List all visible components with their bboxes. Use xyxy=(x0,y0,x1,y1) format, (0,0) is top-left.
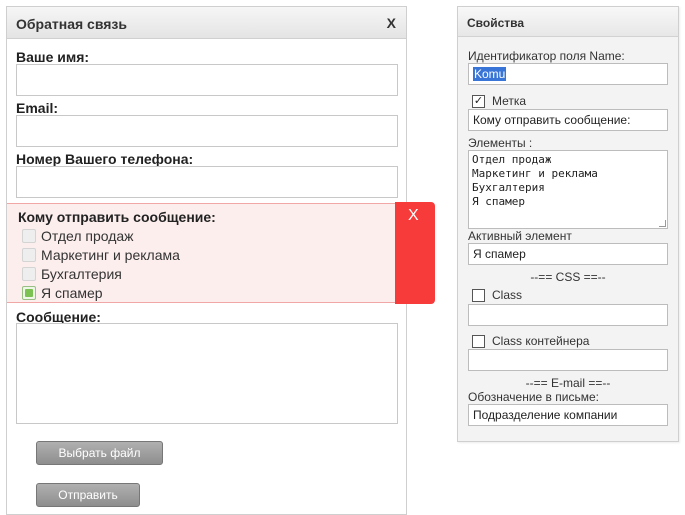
metka-label: Метка xyxy=(492,94,527,108)
active-element-input[interactable]: Я спамер xyxy=(468,243,668,265)
resize-grip-icon[interactable] xyxy=(659,220,666,227)
properties-panel: Свойства Идентификатор поля Name: Komu ✓… xyxy=(457,6,679,442)
recipient-options-group: Кому отправить сообщение: Отдел продаж М… xyxy=(7,203,406,303)
option-marketing[interactable]: Маркетинг и реклама xyxy=(22,246,180,264)
container-class-checkbox[interactable] xyxy=(472,334,485,348)
form-header: Обратная связь X xyxy=(7,7,406,39)
container-class-label: Class контейнера xyxy=(492,334,590,348)
class-toggle[interactable]: Class xyxy=(472,288,522,302)
phone-input[interactable] xyxy=(16,166,398,198)
option-checkbox[interactable] xyxy=(22,229,36,243)
properties-title: Свойства xyxy=(467,16,525,30)
elements-label: Элементы : xyxy=(468,136,533,150)
email-input[interactable] xyxy=(16,115,398,147)
element-line: Отдел продаж xyxy=(472,153,552,166)
error-highlight-bar: X xyxy=(395,202,435,304)
field-id-label: Идентификатор поля Name: xyxy=(468,49,625,63)
letter-input[interactable]: Подразделение компании xyxy=(468,404,668,426)
phone-label: Номер Вашего телефона: xyxy=(16,151,194,167)
elements-textarea[interactable]: Отдел продаж Маркетинг и реклама Бухгалт… xyxy=(468,150,668,229)
metka-checkbox[interactable]: ✓ xyxy=(472,94,485,108)
message-textarea[interactable] xyxy=(16,323,398,424)
option-label: Маркетинг и реклама xyxy=(41,247,180,263)
metka-input[interactable]: Кому отправить сообщение: xyxy=(468,109,668,131)
class-label: Class xyxy=(492,288,523,302)
email-section-divider: --== E-mail ==-- xyxy=(525,376,611,390)
email-label: Email: xyxy=(16,100,59,116)
form-close-button[interactable]: X xyxy=(387,15,396,31)
option-label: Отдел продаж xyxy=(41,228,134,244)
properties-header: Свойства xyxy=(458,7,678,37)
option-checkbox[interactable] xyxy=(22,248,36,262)
feedback-form-panel: Обратная связь X Ваше имя: Email: Номер … xyxy=(6,6,407,515)
option-checkbox[interactable] xyxy=(22,267,36,281)
option-checkbox-checked[interactable] xyxy=(22,286,36,300)
choose-file-button[interactable]: Выбрать файл xyxy=(36,441,163,465)
element-line: Маркетинг и реклама xyxy=(472,167,598,180)
class-input[interactable] xyxy=(468,304,668,326)
field-id-input[interactable]: Komu xyxy=(468,63,668,85)
option-label: Бухгалтерия xyxy=(41,266,122,282)
option-sales[interactable]: Отдел продаж xyxy=(22,227,134,245)
option-accounting[interactable]: Бухгалтерия xyxy=(22,265,122,283)
container-class-input[interactable] xyxy=(468,349,668,371)
css-section-divider: --== CSS ==-- xyxy=(530,270,606,284)
option-spammer[interactable]: Я спамер xyxy=(22,284,103,302)
metka-toggle[interactable]: ✓ Метка xyxy=(472,94,526,108)
form-title: Обратная связь xyxy=(16,16,127,32)
class-checkbox[interactable] xyxy=(472,288,485,302)
letter-label: Обозначение в письме: xyxy=(468,390,599,404)
submit-button[interactable]: Отправить xyxy=(36,483,140,507)
option-label: Я спамер xyxy=(41,285,103,301)
name-label: Ваше имя: xyxy=(16,49,90,65)
recipient-options-title: Кому отправить сообщение: xyxy=(18,209,216,225)
error-close-button[interactable]: X xyxy=(408,207,419,225)
container-class-toggle[interactable]: Class контейнера xyxy=(472,334,589,348)
field-id-value: Komu xyxy=(473,67,507,81)
element-line: Бухгалтерия xyxy=(472,181,545,194)
name-input[interactable] xyxy=(16,64,398,96)
element-line: Я спамер xyxy=(472,195,525,208)
active-element-label: Активный элемент xyxy=(468,229,572,243)
